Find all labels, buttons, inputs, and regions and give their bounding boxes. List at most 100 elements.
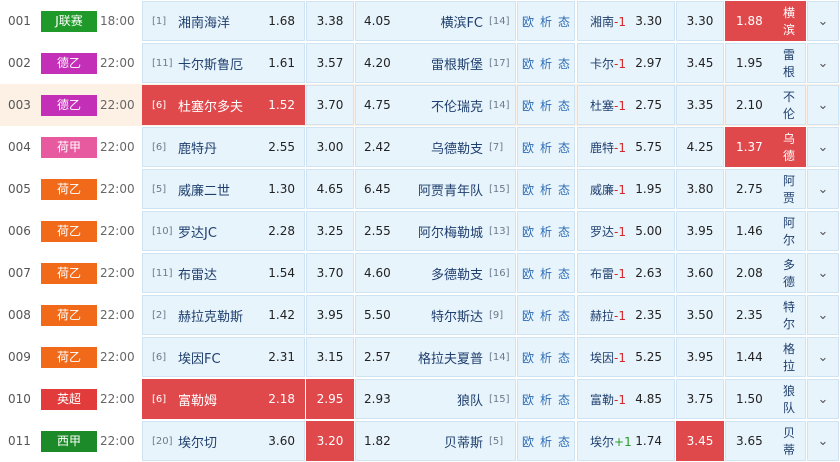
- trend-link[interactable]: 态: [558, 433, 570, 450]
- away-win-odds-cell[interactable]: 6.45 阿贾青年队 [15]: [355, 169, 516, 209]
- handicap-away-cell[interactable]: 2.08 多德: [725, 253, 806, 293]
- handicap-home-cell[interactable]: 罗达-1 5.00: [577, 211, 675, 251]
- more-odds-button[interactable]: ⌄: [807, 379, 839, 419]
- handicap-draw-cell[interactable]: 3.35: [676, 85, 724, 125]
- analysis-link[interactable]: 析: [540, 307, 552, 324]
- away-win-odds-cell[interactable]: 2.55 阿尔梅勒城 [13]: [355, 211, 516, 251]
- handicap-home-cell[interactable]: 富勒-1 4.85: [577, 379, 675, 419]
- more-odds-button[interactable]: ⌄: [807, 253, 839, 293]
- trend-link[interactable]: 态: [558, 181, 570, 198]
- home-win-odds-cell[interactable]: [11] 布雷达 1.54: [142, 253, 305, 293]
- draw-odds-cell[interactable]: 3.00: [306, 127, 354, 167]
- draw-odds-cell[interactable]: 3.38: [306, 1, 354, 41]
- handicap-draw-cell[interactable]: 3.50: [676, 295, 724, 335]
- league-badge[interactable]: 西甲: [41, 430, 97, 452]
- handicap-draw-cell[interactable]: 3.30: [676, 1, 724, 41]
- analysis-link[interactable]: 析: [540, 13, 552, 30]
- draw-odds-cell[interactable]: 3.25: [306, 211, 354, 251]
- league-badge[interactable]: 荷甲: [41, 136, 97, 158]
- handicap-draw-cell[interactable]: 3.45: [676, 43, 724, 83]
- handicap-home-cell[interactable]: 埃因-1 5.25: [577, 337, 675, 377]
- more-odds-button[interactable]: ⌄: [807, 295, 839, 335]
- more-odds-button[interactable]: ⌄: [807, 85, 839, 125]
- trend-link[interactable]: 态: [558, 13, 570, 30]
- handicap-draw-cell[interactable]: 3.80: [676, 169, 724, 209]
- home-win-odds-cell[interactable]: [1] 湘南海洋 1.68: [142, 1, 305, 41]
- handicap-home-cell[interactable]: 鹿特-1 5.75: [577, 127, 675, 167]
- away-win-odds-cell[interactable]: 4.20 雷根斯堡 [17]: [355, 43, 516, 83]
- draw-odds-cell[interactable]: 3.70: [306, 253, 354, 293]
- trend-link[interactable]: 态: [558, 223, 570, 240]
- europe-odds-link[interactable]: 欧: [522, 55, 534, 72]
- analysis-link[interactable]: 析: [540, 265, 552, 282]
- home-win-odds-cell[interactable]: [6] 杜塞尔多夫 1.52: [142, 85, 305, 125]
- handicap-away-cell[interactable]: 1.50 狼队: [725, 379, 806, 419]
- handicap-away-cell[interactable]: 3.65 贝蒂: [725, 421, 806, 461]
- handicap-away-cell[interactable]: 1.46 阿尔: [725, 211, 806, 251]
- handicap-home-cell[interactable]: 威廉-1 1.95: [577, 169, 675, 209]
- analysis-link[interactable]: 析: [540, 391, 552, 408]
- analysis-link[interactable]: 析: [540, 433, 552, 450]
- handicap-draw-cell[interactable]: 4.25: [676, 127, 724, 167]
- trend-link[interactable]: 态: [558, 349, 570, 366]
- handicap-draw-cell[interactable]: 3.75: [676, 379, 724, 419]
- draw-odds-cell[interactable]: 3.70: [306, 85, 354, 125]
- away-win-odds-cell[interactable]: 2.42 乌德勒支 [7]: [355, 127, 516, 167]
- home-win-odds-cell[interactable]: [20] 埃尔切 3.60: [142, 421, 305, 461]
- home-win-odds-cell[interactable]: [2] 赫拉克勒斯 1.42: [142, 295, 305, 335]
- europe-odds-link[interactable]: 欧: [522, 223, 534, 240]
- away-win-odds-cell[interactable]: 4.60 多德勒支 [16]: [355, 253, 516, 293]
- handicap-away-cell[interactable]: 1.37 乌德: [725, 127, 806, 167]
- away-win-odds-cell[interactable]: 2.57 格拉夫夏普 [14]: [355, 337, 516, 377]
- trend-link[interactable]: 态: [558, 55, 570, 72]
- home-win-odds-cell[interactable]: [6] 埃因FC 2.31: [142, 337, 305, 377]
- more-odds-button[interactable]: ⌄: [807, 421, 839, 461]
- analysis-link[interactable]: 析: [540, 223, 552, 240]
- more-odds-button[interactable]: ⌄: [807, 1, 839, 41]
- handicap-draw-cell[interactable]: 3.45: [676, 421, 724, 461]
- trend-link[interactable]: 态: [558, 97, 570, 114]
- more-odds-button[interactable]: ⌄: [807, 337, 839, 377]
- league-badge[interactable]: 德乙: [41, 52, 97, 74]
- home-win-odds-cell[interactable]: [6] 鹿特丹 2.55: [142, 127, 305, 167]
- more-odds-button[interactable]: ⌄: [807, 127, 839, 167]
- draw-odds-cell[interactable]: 3.95: [306, 295, 354, 335]
- europe-odds-link[interactable]: 欧: [522, 391, 534, 408]
- away-win-odds-cell[interactable]: 1.82 贝蒂斯 [5]: [355, 421, 516, 461]
- handicap-home-cell[interactable]: 赫拉-1 2.35: [577, 295, 675, 335]
- league-badge[interactable]: 荷乙: [41, 346, 97, 368]
- trend-link[interactable]: 态: [558, 139, 570, 156]
- trend-link[interactable]: 态: [558, 265, 570, 282]
- handicap-away-cell[interactable]: 2.35 特尔: [725, 295, 806, 335]
- home-win-odds-cell[interactable]: [11] 卡尔斯鲁厄 1.61: [142, 43, 305, 83]
- handicap-draw-cell[interactable]: 3.60: [676, 253, 724, 293]
- league-badge[interactable]: 英超: [41, 388, 97, 410]
- europe-odds-link[interactable]: 欧: [522, 265, 534, 282]
- europe-odds-link[interactable]: 欧: [522, 13, 534, 30]
- league-badge[interactable]: J联赛: [41, 10, 97, 32]
- trend-link[interactable]: 态: [558, 307, 570, 324]
- home-win-odds-cell[interactable]: [6] 富勒姆 2.18: [142, 379, 305, 419]
- trend-link[interactable]: 态: [558, 391, 570, 408]
- home-win-odds-cell[interactable]: [5] 威廉二世 1.30: [142, 169, 305, 209]
- draw-odds-cell[interactable]: 4.65: [306, 169, 354, 209]
- europe-odds-link[interactable]: 欧: [522, 139, 534, 156]
- league-badge[interactable]: 荷乙: [41, 262, 97, 284]
- europe-odds-link[interactable]: 欧: [522, 97, 534, 114]
- handicap-away-cell[interactable]: 1.88 横滨: [725, 1, 806, 41]
- draw-odds-cell[interactable]: 3.57: [306, 43, 354, 83]
- league-badge[interactable]: 德乙: [41, 94, 97, 116]
- europe-odds-link[interactable]: 欧: [522, 307, 534, 324]
- handicap-home-cell[interactable]: 卡尔-1 2.97: [577, 43, 675, 83]
- handicap-away-cell[interactable]: 2.75 阿贾: [725, 169, 806, 209]
- away-win-odds-cell[interactable]: 5.50 特尔斯达 [9]: [355, 295, 516, 335]
- more-odds-button[interactable]: ⌄: [807, 43, 839, 83]
- handicap-away-cell[interactable]: 2.10 不伦: [725, 85, 806, 125]
- draw-odds-cell[interactable]: 2.95: [306, 379, 354, 419]
- handicap-home-cell[interactable]: 埃尔+1 1.74: [577, 421, 675, 461]
- europe-odds-link[interactable]: 欧: [522, 349, 534, 366]
- handicap-draw-cell[interactable]: 3.95: [676, 211, 724, 251]
- handicap-home-cell[interactable]: 杜塞-1 2.75: [577, 85, 675, 125]
- away-win-odds-cell[interactable]: 2.93 狼队 [15]: [355, 379, 516, 419]
- handicap-home-cell[interactable]: 湘南-1 3.30: [577, 1, 675, 41]
